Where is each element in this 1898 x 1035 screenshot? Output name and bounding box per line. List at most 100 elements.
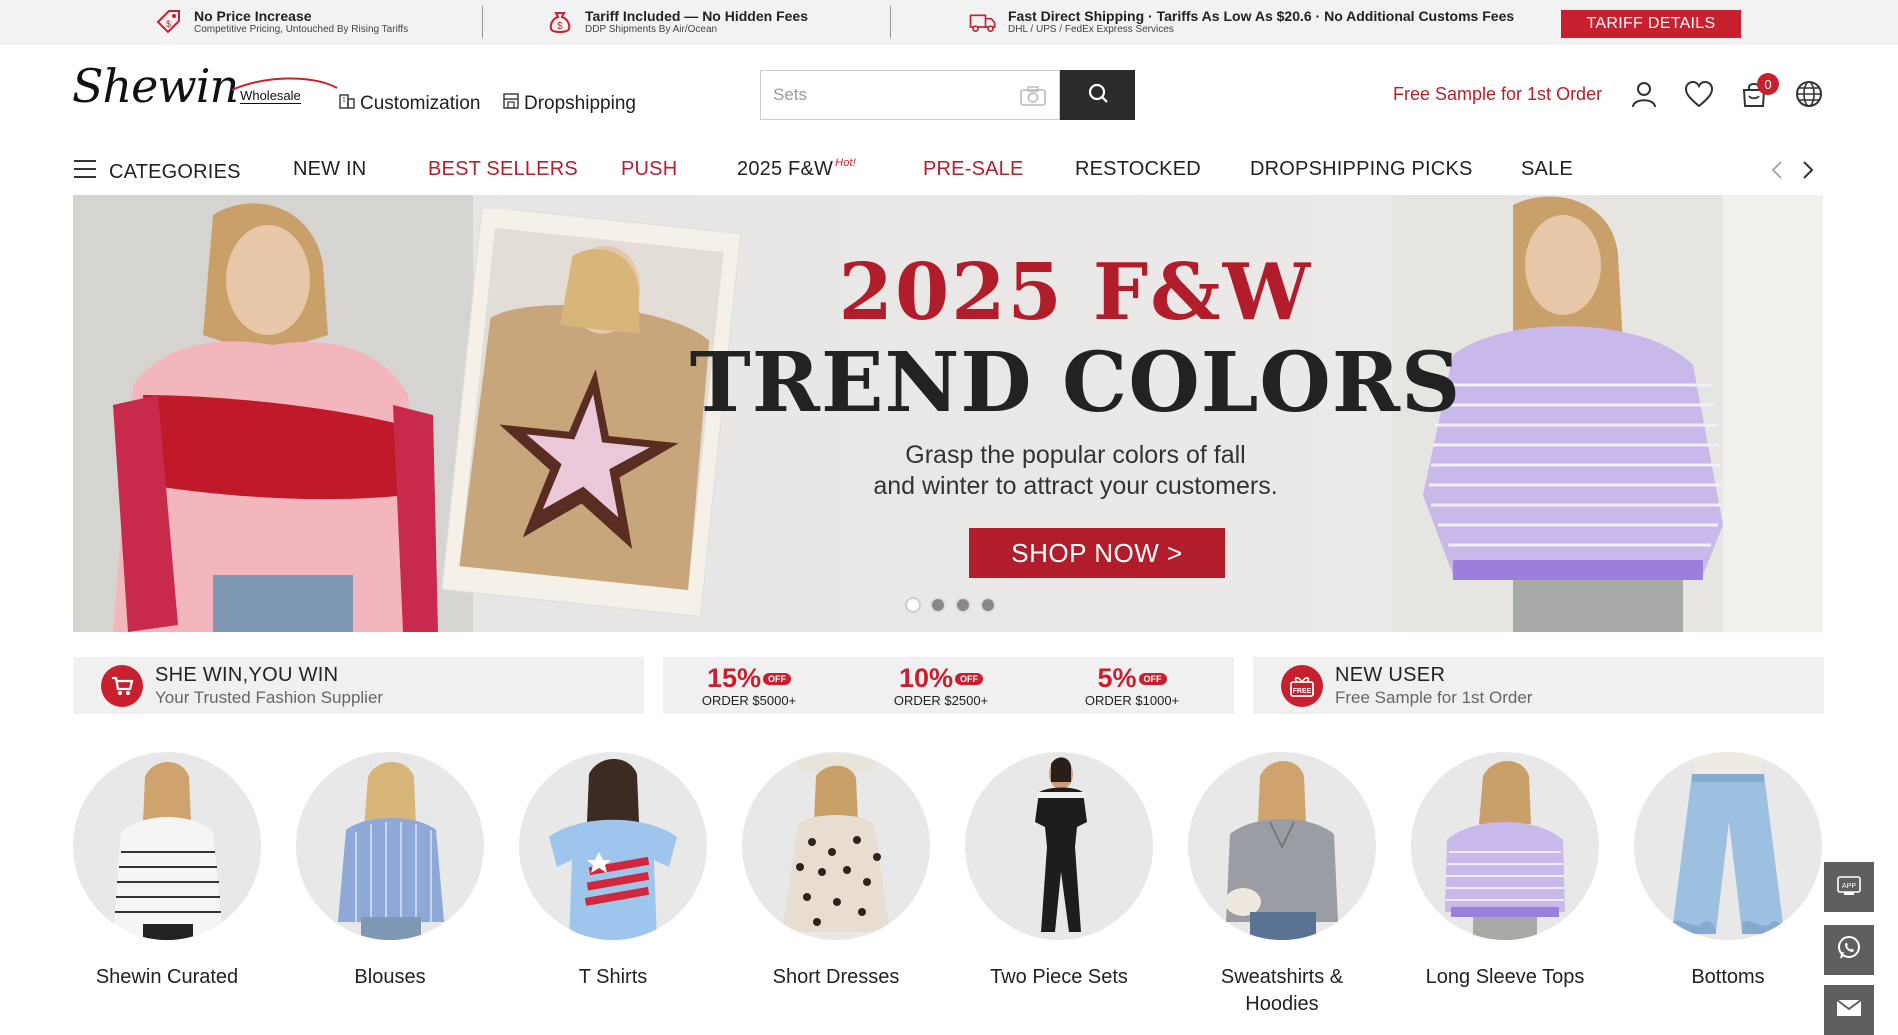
banner-subtitle-line1: Grasp the popular colors of fall (905, 441, 1246, 469)
notice-title: No Price Increase (194, 8, 312, 24)
discount-tier: 15% OFF ORDER $5000+ (689, 663, 809, 708)
notice-title: Tariff Included — No Hidden Fees (585, 8, 808, 24)
discount-percent: 5% (1097, 663, 1137, 693)
search-button[interactable] (1060, 70, 1135, 120)
promo-subtitle: Free Sample for 1st Order (1335, 688, 1533, 707)
notice-fast-shipping: Fast Direct Shipping · Tariffs As Low As… (968, 7, 1514, 37)
category-shewin-curated[interactable]: Shewin Curated (72, 752, 262, 991)
off-badge: OFF (1138, 672, 1167, 685)
promo-title: SHE WIN,YOU WIN (155, 664, 339, 686)
notice-title: Fast Direct Shipping · Tariffs As Low As… (1008, 8, 1515, 24)
category-image (73, 752, 261, 940)
category-blouses[interactable]: Blouses (295, 752, 485, 991)
carousel-dot[interactable] (930, 597, 946, 613)
nav-sale[interactable]: SALE (1521, 158, 1573, 181)
promo-subtitle: Your Trusted Fashion Supplier (155, 688, 384, 707)
app-icon: APP (1835, 873, 1863, 902)
divider (482, 6, 483, 38)
category-image (965, 752, 1153, 940)
nav-pre-sale[interactable]: PRE-SALE (923, 158, 1024, 181)
discount-percent: 15% (706, 663, 762, 693)
divider (890, 6, 891, 38)
category-image (742, 752, 930, 940)
camera-icon[interactable] (1019, 85, 1047, 112)
carousel-dot[interactable] (980, 597, 996, 613)
banner-title-year: 2025 F&W (838, 247, 1313, 338)
discount-tier: 5% OFF ORDER $1000+ (1072, 663, 1192, 708)
category-two-piece-sets[interactable]: Two Piece Sets (964, 752, 1154, 991)
account-icon[interactable] (1628, 78, 1660, 110)
category-sweatshirts-hoodies[interactable]: Sweatshirts & Hoodies (1187, 752, 1377, 1018)
search-box (760, 70, 1060, 120)
nav-prev-arrow-icon[interactable] (1767, 158, 1787, 182)
email-button[interactable] (1824, 985, 1874, 1035)
price-tag-icon: $ (154, 7, 184, 37)
free-sample-link[interactable]: Free Sample for 1st Order (1393, 84, 1602, 105)
category-long-sleeve-tops[interactable]: Long Sleeve Tops (1410, 752, 1600, 991)
nav-new-in[interactable]: NEW IN (293, 158, 366, 181)
truck-icon (968, 7, 998, 37)
shop-now-button[interactable]: SHOP NOW > (969, 528, 1225, 578)
globe-icon[interactable] (1793, 78, 1825, 110)
customization-link[interactable]: Customization (338, 92, 480, 116)
tariff-details-button[interactable]: TARIFF DETAILS (1561, 10, 1741, 38)
wishlist-heart-icon[interactable] (1683, 78, 1715, 110)
hot-badge: Hot! (835, 157, 857, 169)
banner-subtitle: Grasp the popular colors of fall and win… (73, 440, 1823, 502)
dropshipping-link[interactable]: Dropshipping (502, 92, 636, 116)
hero-banner[interactable]: 2025 F&W TREND COLORS Grasp the popular … (73, 195, 1823, 632)
nav-push[interactable]: PUSH (621, 158, 677, 181)
category-label: Bottoms (1691, 966, 1765, 988)
notice-subtitle: DHL / UPS / FedEx Express Services (1008, 24, 1174, 35)
nav-best-sellers[interactable]: BEST SELLERS (428, 158, 578, 181)
email-icon (1836, 998, 1862, 1023)
category-label: Shewin Curated (95, 966, 239, 988)
notice-subtitle: DDP Shipments By Air/Ocean (585, 24, 718, 35)
carousel-dot[interactable] (905, 597, 921, 613)
nav-2025-fw-label: 2025 F&W (737, 158, 834, 180)
logo-swoosh-icon (231, 77, 338, 91)
building-icon (338, 92, 356, 116)
categories-label: CATEGORIES (109, 160, 241, 183)
app-label: APP (1842, 883, 1856, 890)
category-label: Sweatshirts & Hoodies (1220, 966, 1344, 1015)
promo-discounts[interactable]: 15% OFF ORDER $5000+ 10% OFF ORDER $2500+ … (663, 657, 1234, 714)
category-t-shirts[interactable]: T Shirts (518, 752, 708, 991)
category-bottoms[interactable]: Bottoms (1633, 752, 1823, 991)
search-input[interactable] (773, 85, 1013, 105)
svg-text:$: $ (166, 19, 171, 29)
category-label: Long Sleeve Tops (1425, 966, 1585, 988)
promo-she-win[interactable]: SHE WIN,YOU WIN Your Trusted Fashion Sup… (73, 657, 644, 714)
discount-order: ORDER $5000+ (701, 693, 797, 708)
whatsapp-button[interactable] (1824, 925, 1874, 975)
category-label: Blouses (354, 966, 426, 988)
nav-restocked[interactable]: RESTOCKED (1075, 158, 1201, 181)
logo[interactable]: Shewin Wholesale (72, 62, 338, 110)
app-download-button[interactable]: APP (1824, 862, 1874, 912)
carousel-dot[interactable] (955, 597, 971, 613)
nav-next-arrow-icon[interactable] (1798, 158, 1818, 182)
customization-label: Customization (360, 93, 481, 114)
category-image (1188, 752, 1376, 940)
category-short-dresses[interactable]: Short Dresses (741, 752, 931, 991)
categories-menu[interactable]: CATEGORIES (73, 158, 241, 186)
notice-no-price-increase: $ No Price Increase Competitive Pricing,… (154, 7, 408, 37)
svg-text:$: $ (557, 21, 563, 32)
cart-count-badge: 0 (1757, 73, 1779, 95)
promo-title: NEW USER (1335, 664, 1446, 686)
notice-bar: $ No Price Increase Competitive Pricing,… (0, 0, 1898, 45)
category-image (1411, 752, 1599, 940)
free-gift-icon: FREE (1281, 665, 1323, 707)
category-label: Short Dresses (772, 966, 900, 988)
shopping-cart-icon (101, 665, 143, 707)
carousel-dots (905, 597, 996, 613)
notice-subtitle: Competitive Pricing, Untouched By Rising… (194, 24, 409, 35)
category-image (1634, 752, 1822, 940)
discount-order: ORDER $2500+ (893, 693, 989, 708)
whatsapp-icon (1836, 935, 1862, 966)
promo-new-user[interactable]: FREE NEW USER Free Sample for 1st Order (1253, 657, 1824, 714)
category-label: T Shirts (578, 966, 648, 988)
nav-dropshipping-picks[interactable]: DROPSHIPPING PICKS (1250, 158, 1473, 181)
hamburger-icon (73, 158, 97, 186)
nav-2025-fw[interactable]: 2025 F&W Hot! (737, 157, 857, 181)
